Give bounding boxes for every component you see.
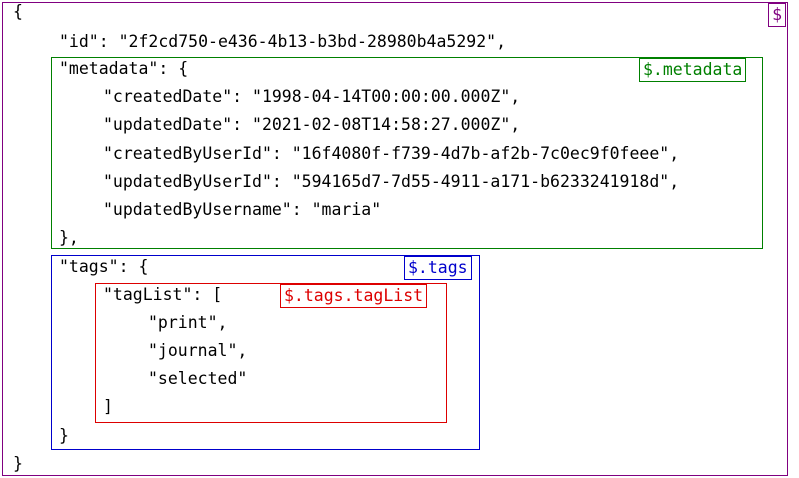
json-line-created-date: "createdDate": "1998-04-14T00:00:00.000Z…	[103, 87, 521, 106]
json-line-tag-print: "print",	[148, 313, 228, 332]
json-line-updated-by-user-id: "updatedByUserId": "594165d7-7d55-4911-a…	[103, 172, 680, 191]
taglist-path-label: $.tags.tagList	[280, 284, 428, 308]
json-line-tag-journal: "journal",	[148, 341, 248, 360]
json-line-tags-open: "tags": {	[59, 257, 149, 276]
metadata-path-label: $.metadata	[639, 58, 747, 82]
json-line-tags-close: }	[59, 426, 69, 445]
json-line-tag-selected: "selected"	[148, 369, 248, 388]
json-line-close-root: }	[13, 454, 23, 473]
root-path-label: $	[768, 3, 786, 27]
json-line-taglist-open: "tagList": [	[103, 285, 223, 304]
json-line-metadata-close: },	[59, 228, 79, 247]
tags-path-label: $.tags	[404, 256, 472, 280]
json-line-taglist-close: ]	[103, 397, 113, 416]
json-line-metadata-open: "metadata": {	[59, 59, 189, 78]
json-line-id: "id": "2f2cd750-e436-4b13-b3bd-28980b4a5…	[59, 32, 507, 51]
json-line-open-root: {	[13, 2, 23, 21]
json-line-created-by-user-id: "createdByUserId": "16f4080f-f739-4d7b-a…	[103, 144, 680, 163]
json-line-updated-date: "updatedDate": "2021-02-08T14:58:27.000Z…	[103, 115, 521, 134]
json-line-updated-by-username: "updatedByUsername": "maria"	[103, 200, 382, 219]
